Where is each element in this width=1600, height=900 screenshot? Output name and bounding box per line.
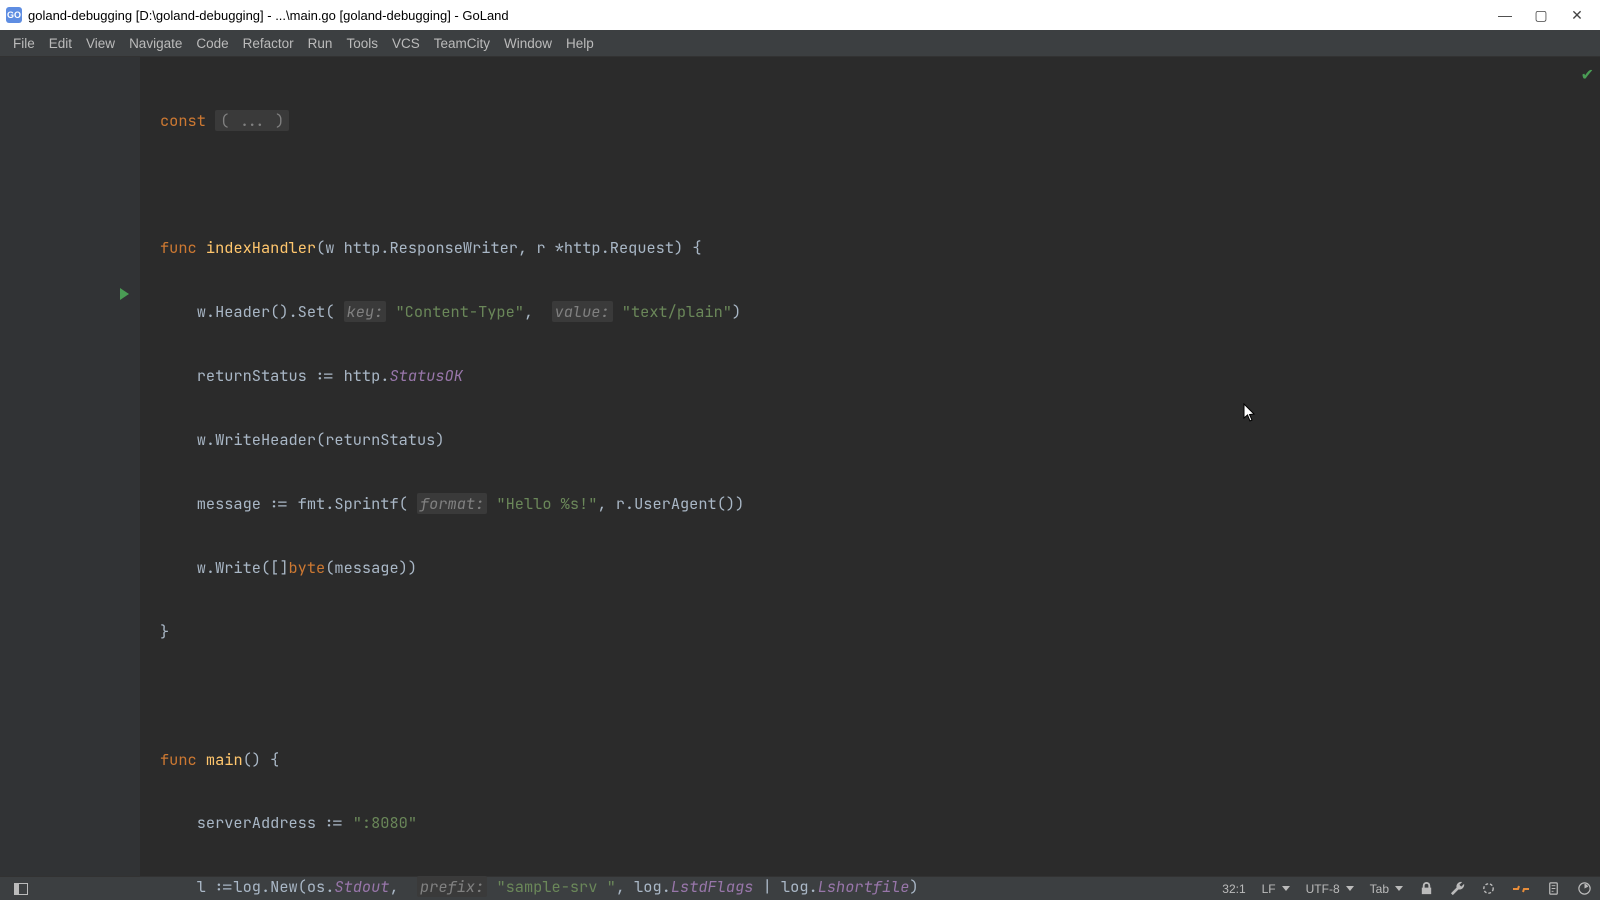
menu-teamcity[interactable]: TeamCity xyxy=(427,33,497,54)
fold-const[interactable]: ( ... ) xyxy=(215,110,289,131)
editor-gutter[interactable] xyxy=(0,57,140,876)
menu-file[interactable]: File xyxy=(6,33,42,54)
goland-icon: GO xyxy=(6,7,22,23)
close-button[interactable]: ✕ xyxy=(1568,6,1586,24)
menu-help[interactable]: Help xyxy=(559,33,601,54)
menu-view[interactable]: View xyxy=(79,33,122,54)
titlebar: GO goland-debugging [D:\goland-debugging… xyxy=(0,0,1600,30)
toolwindows-button[interactable] xyxy=(6,883,36,895)
minimize-button[interactable]: — xyxy=(1496,6,1514,24)
menu-refactor[interactable]: Refactor xyxy=(236,33,301,54)
window-controls: — ▢ ✕ xyxy=(1496,6,1594,24)
editor[interactable]: ✔ const ( ... ) func indexHandler(w http… xyxy=(0,57,1600,876)
menu-tools[interactable]: Tools xyxy=(339,33,385,54)
menu-code[interactable]: Code xyxy=(189,33,235,54)
menubar: File Edit View Navigate Code Refactor Ru… xyxy=(0,30,1600,57)
menu-vcs[interactable]: VCS xyxy=(385,33,427,54)
menu-run[interactable]: Run xyxy=(301,33,340,54)
maximize-button[interactable]: ▢ xyxy=(1532,6,1550,24)
window-title: goland-debugging [D:\goland-debugging] -… xyxy=(28,8,1496,23)
menu-window[interactable]: Window xyxy=(497,33,559,54)
run-gutter-icon[interactable] xyxy=(120,288,129,300)
code-area[interactable]: const ( ... ) func indexHandler(w http.R… xyxy=(160,67,1590,900)
menu-navigate[interactable]: Navigate xyxy=(122,33,189,54)
menu-edit[interactable]: Edit xyxy=(42,33,79,54)
